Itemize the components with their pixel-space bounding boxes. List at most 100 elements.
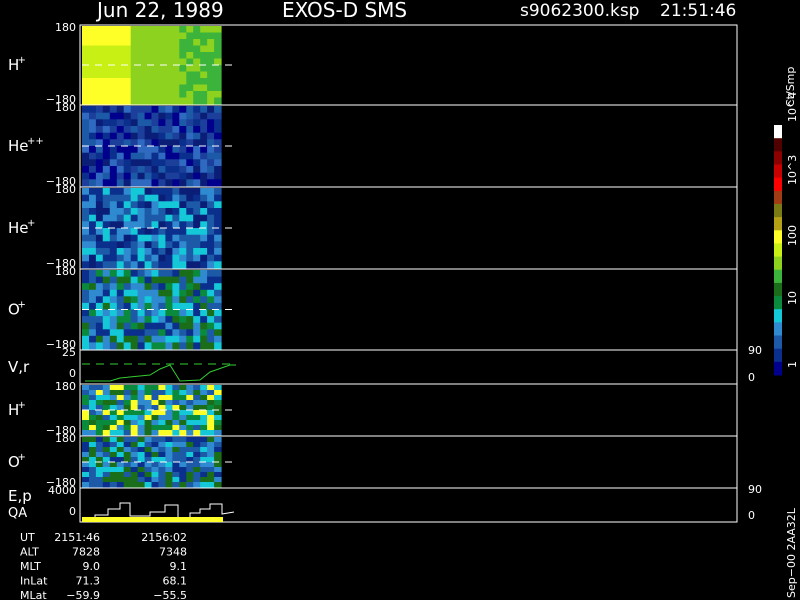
heatmap-cell <box>214 442 222 448</box>
heatmap-cell <box>158 296 166 304</box>
heatmap-cell <box>123 335 132 343</box>
heatmap-cell <box>82 214 90 222</box>
heatmap-cell <box>179 179 187 187</box>
heatmap-cell <box>165 415 173 421</box>
heatmap-cell <box>82 316 90 324</box>
heatmap-cell <box>130 32 139 40</box>
heatmap-cell <box>151 194 159 202</box>
heatmap-cell <box>130 132 139 140</box>
heatmap-cell <box>123 119 132 127</box>
heatmap-cell <box>214 112 222 120</box>
heatmap-cell <box>116 400 125 406</box>
heatmap-cell <box>137 39 146 47</box>
heatmap-cell <box>144 26 153 34</box>
heatmap-cell <box>207 159 215 167</box>
heatmap-cell <box>137 254 146 262</box>
heatmap-cell <box>95 261 104 269</box>
heatmap-cell <box>137 234 146 242</box>
heatmap-cell <box>158 91 166 99</box>
heatmap-cell <box>102 172 111 180</box>
heatmap-cell <box>186 126 194 134</box>
colorbar-segment <box>774 243 782 258</box>
heatmap-cell <box>200 335 208 343</box>
heatmap-cell <box>109 335 118 343</box>
heatmap-cell <box>95 84 104 92</box>
heatmap-cell <box>186 52 194 60</box>
heatmap-cell <box>151 477 159 483</box>
heatmap-cell <box>186 106 194 114</box>
heatmap-cell <box>109 322 118 330</box>
heatmap-cell <box>200 208 208 216</box>
heatmap-cell <box>109 270 118 278</box>
heatmap-cell <box>193 472 201 478</box>
heatmap-cell <box>151 296 159 304</box>
heatmap-cell <box>207 119 215 127</box>
heatmap-cell <box>102 415 111 421</box>
heatmap-cell <box>158 462 166 468</box>
heatmap-cell <box>116 159 125 167</box>
heatmap-cell <box>186 241 194 249</box>
heatmap-cell <box>158 415 166 421</box>
heatmap-cell <box>207 452 215 458</box>
heatmap-cell <box>102 201 111 209</box>
heatmap-cell <box>200 126 208 134</box>
heatmap-cell <box>102 146 111 154</box>
heatmap-cell <box>102 97 111 105</box>
heatmap-cell <box>82 289 90 297</box>
heatmap-cell <box>89 462 97 468</box>
heatmap-cell <box>165 132 173 140</box>
heatmap-cell <box>123 234 132 242</box>
heatmap-cell <box>109 410 118 416</box>
heatmap-cell <box>214 214 222 222</box>
heatmap-cell <box>172 462 180 468</box>
heatmap-cell <box>200 482 208 488</box>
heatmap-cell <box>123 172 132 180</box>
heatmap-cell <box>82 296 90 304</box>
heatmap-cell <box>158 52 166 60</box>
heatmap-cell <box>89 400 97 406</box>
heatmap-cell <box>123 208 132 216</box>
heatmap-cell <box>116 248 125 256</box>
heatmap-cell <box>95 97 104 105</box>
heatmap-cell <box>137 430 146 436</box>
orbit-row-name: UT <box>20 531 35 544</box>
heatmap-cell <box>116 385 125 391</box>
heatmap-cell <box>109 166 118 174</box>
heatmap-cell <box>165 106 173 114</box>
heatmap-cell <box>95 214 104 222</box>
heatmap-cell <box>130 254 139 262</box>
heatmap-cell <box>200 420 208 426</box>
heatmap-cell <box>144 395 153 401</box>
heatmap-cell <box>144 270 153 278</box>
heatmap-cell <box>102 390 111 396</box>
heatmap-cell <box>144 201 153 209</box>
heatmap-cell <box>172 482 180 488</box>
heatmap-cell <box>116 254 125 262</box>
heatmap-cell <box>95 316 104 324</box>
heatmap-cell <box>179 112 187 120</box>
heatmap-cell <box>130 201 139 209</box>
heatmap-cell <box>95 241 104 249</box>
heatmap-cell <box>214 467 222 473</box>
heatmap-cell <box>130 26 139 34</box>
heatmap-cell <box>165 482 173 488</box>
heatmap-cell <box>82 71 90 79</box>
heatmap-cell <box>151 26 159 34</box>
heatmap-cell <box>109 283 118 291</box>
heatmap-cell <box>214 309 222 317</box>
heatmap-cell <box>207 276 215 284</box>
heatmap-cell <box>200 97 208 105</box>
heatmap-cell <box>144 335 153 343</box>
heatmap-cell <box>102 32 111 40</box>
heatmap-cell <box>109 78 118 86</box>
heatmap-cell <box>193 477 201 483</box>
heatmap-cell <box>165 261 173 269</box>
heatmap-cell <box>82 201 90 209</box>
y-max-label: 25 <box>62 346 76 359</box>
heatmap-cell <box>193 430 201 436</box>
heatmap-cell <box>200 309 208 317</box>
heatmap-cell <box>186 385 194 391</box>
heatmap-cell <box>158 467 166 473</box>
heatmap-cell <box>165 32 173 40</box>
heatmap-cell <box>82 261 90 269</box>
